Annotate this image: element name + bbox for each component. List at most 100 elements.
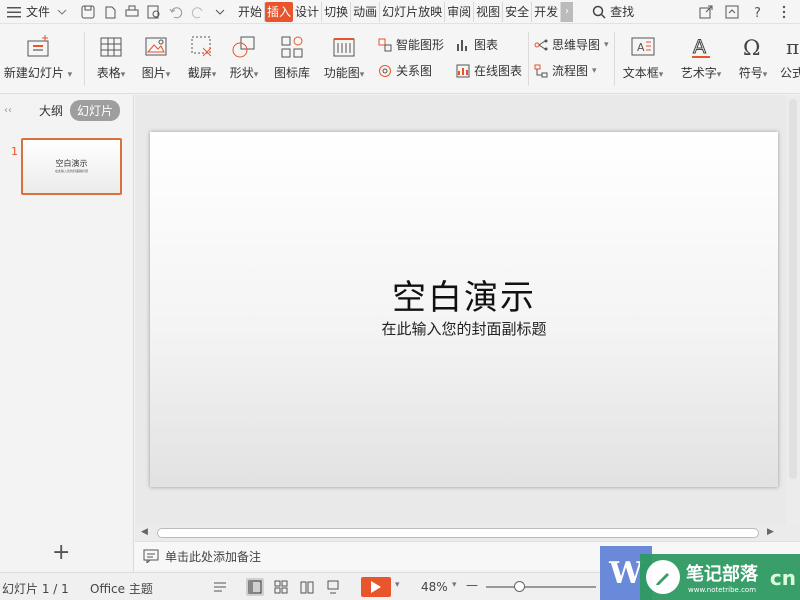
textbox-button[interactable]: A 文本框▾ (620, 28, 666, 81)
symbol-button[interactable]: Ω 符号▾ (734, 28, 772, 81)
shape-icon (232, 36, 255, 58)
slide-thumbnail[interactable]: 空白演示 在此输入您的封面副标题 (21, 138, 122, 195)
scroll-left-icon[interactable]: ◀ (141, 527, 148, 537)
formula-button[interactable]: π 公式 (780, 28, 800, 81)
watermark-url: www.notetribe.com (688, 586, 757, 594)
tabs-more-button[interactable]: › (561, 1, 574, 22)
mind-map-icon (534, 38, 548, 52)
file-menu-label: 文件 (26, 5, 51, 19)
chart-label: 图表 (474, 38, 499, 52)
slide-canvas[interactable]: 空白演示 在此输入您的封面副标题 (150, 132, 778, 487)
collapse-panel-icon[interactable]: ‹‹ (4, 105, 32, 116)
tab-review[interactable]: 审阅 (445, 1, 475, 22)
picture-button[interactable]: 图片▾ (138, 28, 174, 81)
collapse-ribbon-icon[interactable] (724, 4, 740, 20)
zoom-out-button[interactable]: — (466, 578, 478, 592)
vertical-scrollbar[interactable] (786, 95, 800, 525)
picture-label: 图片 (141, 66, 166, 80)
zoom-slider[interactable] (486, 581, 596, 592)
presenter-view-icon[interactable] (324, 578, 342, 596)
help-icon[interactable]: ? (750, 4, 766, 20)
theme-name[interactable]: Office 主题 (90, 580, 153, 597)
tab-view[interactable]: 视图 (474, 1, 504, 22)
play-icon (371, 581, 381, 593)
search-button[interactable]: 查找 (591, 3, 634, 20)
textbox-label: 文本框 (622, 66, 659, 80)
art-text-icon: A (692, 36, 710, 59)
smart-shape-button[interactable]: 智能图形 (378, 36, 444, 53)
ribbon-tabs: 开始 插入 设计 切换 动画 幻灯片放映 审阅 视图 安全 开发 › (236, 0, 574, 24)
quick-access-toolbar (76, 4, 232, 20)
slide-title[interactable]: 空白演示 (150, 270, 778, 319)
tab-design[interactable]: 设计 (293, 1, 323, 22)
undo-icon[interactable] (168, 4, 184, 20)
tab-home[interactable]: 开始 (236, 1, 266, 22)
save-icon[interactable] (80, 4, 96, 20)
function-chart-button[interactable]: 功能图▾ (318, 28, 370, 81)
tab-slideshow[interactable]: 幻灯片放映 (380, 1, 446, 22)
slide-count: 幻灯片 1 / 1 (2, 582, 69, 596)
more-options-icon[interactable] (776, 4, 792, 20)
online-chart-button[interactable]: 在线图表 (456, 62, 522, 79)
relation-chart-button[interactable]: 关系图 (378, 62, 432, 79)
smart-shape-label: 智能图形 (396, 38, 445, 52)
omega-symbol-icon: Ω (743, 36, 760, 60)
notes-icon (143, 548, 159, 564)
scroll-right-icon[interactable]: ▶ (767, 527, 774, 537)
chart-button[interactable]: 图表 (456, 36, 498, 53)
icon-library-icon (281, 36, 303, 58)
wps-logo-letter: W (609, 555, 643, 591)
sorter-view-icon[interactable] (272, 578, 290, 596)
tab-insert[interactable]: 插入 (265, 1, 294, 22)
shape-label: 形状 (229, 66, 254, 80)
notes-placeholder: 单击此处添加备注 (165, 549, 262, 564)
tab-security[interactable]: 安全 (503, 1, 533, 22)
share-icon[interactable] (698, 4, 714, 20)
slide-editor: 空白演示 在此输入您的封面副标题 (135, 95, 800, 525)
play-options-chevron-icon[interactable]: ▾ (395, 580, 400, 590)
slide-number: 1 (11, 145, 18, 158)
zoom-slider-knob[interactable] (514, 581, 525, 592)
horizontal-scrollbar[interactable]: ◀ ▶ (135, 525, 800, 541)
function-chart-icon (333, 38, 355, 57)
new-slide-button[interactable]: 新建幻灯片 ▾ (2, 28, 74, 81)
zoom-level[interactable]: 48% (421, 580, 448, 594)
search-label: 查找 (610, 5, 635, 19)
print-preview-icon[interactable] (146, 4, 162, 20)
print-icon[interactable] (124, 4, 140, 20)
symbol-label: 符号 (738, 66, 763, 80)
slide-subtitle[interactable]: 在此输入您的封面副标题 (150, 318, 778, 339)
play-slideshow-button[interactable] (361, 577, 391, 597)
add-slide-button[interactable]: + (52, 540, 70, 565)
tab-transitions[interactable]: 切换 (322, 1, 352, 22)
notes-toggle-icon[interactable] (212, 578, 230, 596)
tab-slides[interactable]: 幻灯片 (70, 99, 121, 121)
formula-label: 公式 (780, 66, 800, 80)
insert-ribbon: 新建幻灯片 ▾ 表格▾ 图片▾ 截屏▾ 形状▾ 图标库 功能图▾ 智能图形 图表… (0, 24, 800, 94)
reading-view-icon[interactable] (298, 578, 316, 596)
icon-library-button[interactable]: 图标库 (270, 28, 314, 81)
tab-animations[interactable]: 动画 (351, 1, 381, 22)
export-pdf-icon[interactable] (102, 4, 118, 20)
icon-library-label: 图标库 (273, 66, 310, 80)
flowchart-button[interactable]: 流程图 ▾ (534, 62, 597, 79)
tab-outline[interactable]: 大纲 (32, 100, 70, 121)
tab-developer[interactable]: 开发 (532, 1, 562, 22)
customize-chevron-icon[interactable] (212, 4, 228, 20)
shape-button[interactable]: 形状▾ (226, 28, 262, 81)
picture-icon (145, 37, 167, 56)
scroll-thumb[interactable] (157, 528, 759, 538)
new-slide-label: 新建幻灯片 (3, 66, 64, 80)
redo-icon[interactable] (190, 4, 206, 20)
svg-text:π: π (786, 35, 799, 59)
flowchart-icon (534, 64, 548, 78)
svg-text:Ω: Ω (743, 36, 760, 60)
table-button[interactable]: 表格▾ (92, 28, 130, 81)
mind-map-button[interactable]: 思维导图 ▾ (534, 36, 609, 53)
zoom-chevron-icon[interactable]: ▾ (452, 580, 457, 590)
art-text-button[interactable]: A 艺术字▾ (676, 28, 726, 81)
pen-icon (646, 560, 680, 594)
file-menu[interactable]: 文件 (0, 0, 76, 24)
normal-view-icon[interactable] (246, 578, 264, 596)
screenshot-button[interactable]: 截屏▾ (182, 28, 222, 81)
